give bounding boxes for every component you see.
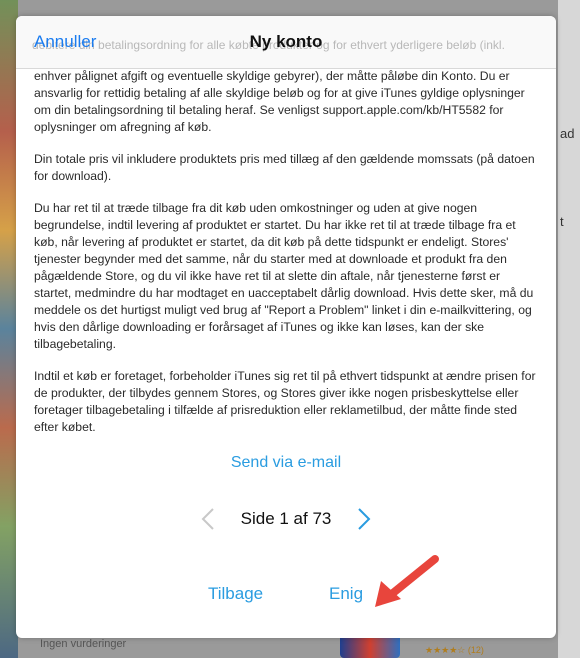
background-rating-label: Ingen vurderinger	[40, 638, 127, 650]
terms-paragraph: Indtil et køb er foretaget, forbeholder …	[34, 369, 536, 434]
new-account-sheet: debitere din betalingsordning for alle k…	[16, 16, 556, 638]
agree-button[interactable]: Enig	[329, 584, 363, 604]
chevron-left-icon[interactable]	[193, 504, 223, 534]
navigation-bar: debitere din betalingsordning for alle k…	[16, 16, 556, 69]
terms-paragraph: Du har ret til at træde tilbage fra dit …	[34, 201, 534, 351]
back-button[interactable]: Tilbage	[208, 584, 263, 604]
background-text-fragment: ad	[560, 126, 575, 141]
background-text-fragment: t	[560, 214, 564, 229]
red-arrow-annotation	[375, 555, 439, 607]
terms-paragraph: enhver pålignet afgift og eventuelle sky…	[34, 69, 525, 134]
background-star-rating: ★★★★☆ (12)	[425, 645, 484, 655]
send-via-email-button[interactable]: Send via e-mail	[16, 454, 556, 472]
terms-paragraph: Din totale pris vil inkludere produktets…	[34, 152, 535, 183]
page-title: Ny konto	[249, 32, 323, 51]
chevron-right-icon[interactable]	[349, 504, 379, 534]
page-indicator: Side 1 af 73	[240, 509, 332, 528]
page-navigator: Side 1 af 73	[16, 504, 556, 534]
terms-text[interactable]: enhver pålignet afgift og eventuelle sky…	[34, 68, 538, 451]
background-right-panel: ad t	[558, 0, 580, 658]
